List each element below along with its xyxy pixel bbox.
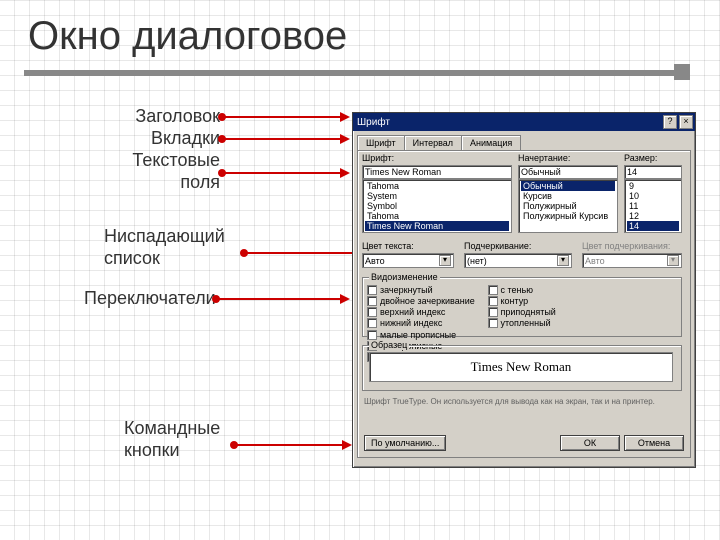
font-label: Шрифт:	[362, 153, 512, 163]
list-item[interactable]: Полужирный Курсив	[521, 211, 615, 221]
list-item[interactable]: 11	[627, 201, 679, 211]
list-item[interactable]: Symbol	[365, 201, 509, 211]
arrow-switches	[216, 298, 348, 300]
color-label: Цвет текста:	[362, 241, 454, 251]
checkbox-outline[interactable]: контур	[488, 296, 578, 306]
callout-header: Заголовок	[124, 106, 220, 128]
title-underline	[24, 70, 684, 76]
chevron-down-icon[interactable]: ▾	[557, 255, 569, 266]
underline-value: (нет)	[467, 256, 557, 266]
effects-legend: Видоизменение	[369, 272, 440, 282]
checkbox-emboss[interactable]: приподнятый	[488, 307, 578, 317]
style-listbox[interactable]: Обычный Курсив Полужирный Полужирный Кур…	[518, 179, 618, 233]
font-dialog: Шрифт ? × Шрифт Интервал Анимация Шрифт:…	[352, 112, 696, 468]
checkbox-icon	[488, 296, 498, 306]
checkbox-superscript[interactable]: верхний индекс	[367, 307, 485, 317]
close-button[interactable]: ×	[679, 115, 693, 129]
checkbox-subscript[interactable]: нижний индекс	[367, 318, 485, 328]
list-item[interactable]: Tahoma	[365, 211, 509, 221]
sample-group: Образец Times New Roman	[362, 345, 682, 391]
chevron-down-icon[interactable]: ▾	[439, 255, 451, 266]
underline-select[interactable]: (нет)▾	[464, 253, 572, 268]
list-item[interactable]: Times New Roman	[365, 221, 509, 231]
button-row: ОК Отмена	[560, 435, 684, 451]
help-button[interactable]: ?	[663, 115, 677, 129]
color-select[interactable]: Авто▾	[362, 253, 454, 268]
style-label: Начертание:	[518, 153, 618, 163]
arrow-tabs	[222, 138, 348, 140]
checkbox-engrave[interactable]: утопленный	[488, 318, 578, 328]
ulcolor-value: Авто	[585, 256, 667, 266]
chevron-down-icon: ▾	[667, 255, 679, 266]
tab-animation[interactable]: Анимация	[461, 135, 521, 150]
tab-body: Шрифт: Times New Roman Tahoma System Sym…	[357, 150, 691, 458]
arrow-buttons	[234, 444, 350, 446]
list-item[interactable]: System	[365, 191, 509, 201]
list-item[interactable]: 10	[627, 191, 679, 201]
arrow-header	[222, 116, 348, 118]
checkbox-icon	[367, 296, 377, 306]
callout-textfields: Текстовые поля	[128, 150, 220, 193]
list-item[interactable]: 9	[627, 181, 679, 191]
list-item[interactable]: Полужирный	[521, 201, 615, 211]
list-item[interactable]: Tahoma	[365, 181, 509, 191]
callout-tabs: Вкладки	[128, 128, 220, 150]
checkbox-icon	[488, 318, 498, 328]
tab-spacing[interactable]: Интервал	[404, 135, 462, 150]
style-input[interactable]: Обычный	[518, 165, 618, 179]
ulcolor-label: Цвет подчеркивания:	[582, 241, 682, 251]
list-item[interactable]: Курсив	[521, 191, 615, 201]
checkbox-icon	[367, 330, 377, 340]
size-input[interactable]: 14	[624, 165, 682, 179]
ok-button[interactable]: ОК	[560, 435, 620, 451]
default-button[interactable]: По умолчанию...	[364, 435, 446, 451]
color-value: Авто	[365, 256, 439, 266]
sample-preview: Times New Roman	[369, 352, 673, 382]
checkbox-smallcaps[interactable]: малые прописные	[367, 330, 467, 340]
underline-label: Подчеркивание:	[464, 241, 572, 251]
ulcolor-select: Авто▾	[582, 253, 682, 268]
effects-group: Видоизменение зачеркнутый двойное зачерк…	[362, 277, 682, 337]
size-label: Размер:	[624, 153, 682, 163]
list-item[interactable]: 14	[627, 221, 679, 231]
checkbox-icon	[488, 307, 498, 317]
checkbox-icon	[367, 318, 377, 328]
checkbox-strikethrough[interactable]: зачеркнутый	[367, 285, 485, 295]
arrow-textfields	[222, 172, 348, 174]
size-listbox[interactable]: 9 10 11 12 14	[624, 179, 682, 233]
tab-strip: Шрифт Интервал Анимация	[357, 135, 691, 150]
dialog-title: Шрифт	[357, 117, 661, 128]
callout-dropdown: Ниспадающий список	[104, 226, 240, 269]
cancel-button[interactable]: Отмена	[624, 435, 684, 451]
dialog-titlebar[interactable]: Шрифт ? ×	[353, 113, 695, 131]
checkbox-double-strike[interactable]: двойное зачеркивание	[367, 296, 485, 306]
checkbox-icon	[488, 285, 498, 295]
checkbox-icon	[367, 285, 377, 295]
tab-font[interactable]: Шрифт	[357, 135, 405, 150]
list-item[interactable]: 12	[627, 211, 679, 221]
checkbox-shadow[interactable]: с тенью	[488, 285, 578, 295]
font-listbox[interactable]: Tahoma System Symbol Tahoma Times New Ro…	[362, 179, 512, 233]
slide-title: Окно диалоговое	[28, 14, 347, 59]
callout-buttons: Командные кнопки	[124, 418, 234, 461]
list-item[interactable]: Обычный	[521, 181, 615, 191]
hint-text: Шрифт TrueType. Он используется для выво…	[364, 397, 684, 406]
font-input[interactable]: Times New Roman	[362, 165, 512, 179]
sample-legend: Образец	[369, 340, 409, 350]
checkbox-icon	[367, 307, 377, 317]
